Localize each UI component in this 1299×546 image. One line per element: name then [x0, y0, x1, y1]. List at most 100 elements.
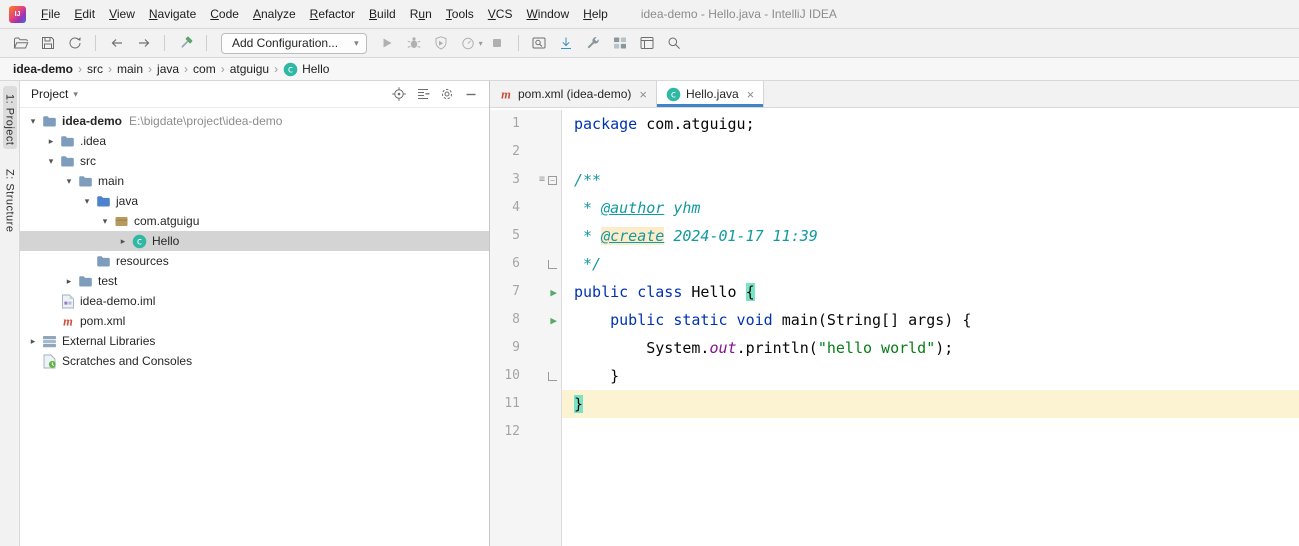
code-text: System.out.println("hello world"); [562, 334, 1299, 362]
run-configuration-combo[interactable]: Add Configuration... ▾ [221, 33, 367, 54]
line-number[interactable]: 12 [490, 418, 530, 446]
back-button[interactable] [104, 32, 129, 54]
update-button[interactable] [554, 32, 579, 54]
search-button[interactable] [662, 32, 687, 54]
restore-layout-button[interactable] [635, 32, 660, 54]
menu-item-refactor[interactable]: Refactor [303, 4, 362, 24]
run-button[interactable] [375, 32, 400, 54]
gutter-marks [530, 362, 562, 390]
breadcrumb-item-atguigu[interactable]: atguigu [227, 62, 272, 76]
tree-item-idea-demo-iml[interactable]: idea-demo.iml [20, 291, 489, 311]
fold-marker-icon[interactable] [548, 372, 557, 381]
menu-item-edit[interactable]: Edit [67, 4, 102, 24]
fold-marker-icon[interactable] [548, 260, 557, 269]
tree-expand-arrow-icon[interactable]: ▸ [44, 136, 58, 147]
stripe-tab-project[interactable]: 1: Project [3, 86, 17, 149]
stop-button[interactable] [485, 32, 510, 54]
breadcrumb-item-hello[interactable]: cHello [280, 62, 332, 77]
coverage-button[interactable] [429, 32, 454, 54]
menu-item-vcs[interactable]: VCS [481, 4, 520, 24]
tree-item-java[interactable]: ▾java [20, 191, 489, 211]
tree-expand-arrow-icon[interactable]: ▸ [62, 276, 76, 287]
close-icon[interactable]: × [639, 87, 647, 102]
tree-expand-arrow-icon[interactable]: ▾ [26, 116, 40, 127]
build-hammer-button[interactable] [173, 32, 198, 54]
tree-item-com-atguigu[interactable]: ▾com.atguigu [20, 211, 489, 231]
line-number[interactable]: 2 [490, 138, 530, 166]
line-number[interactable]: 11 [490, 390, 530, 418]
line-number[interactable]: 10 [490, 362, 530, 390]
tree-item-src[interactable]: ▾src [20, 151, 489, 171]
debug-button[interactable] [402, 32, 427, 54]
editor-tab-pom-xml-idea-demo[interactable]: mpom.xml (idea-demo)× [490, 81, 657, 107]
tree-item-resources[interactable]: resources [20, 251, 489, 271]
breadcrumb-item-idea-demo[interactable]: idea-demo [10, 62, 76, 76]
menu-item-analyze[interactable]: Analyze [246, 4, 303, 24]
menu-item-view[interactable]: View [102, 4, 142, 24]
line-number[interactable]: 7 [490, 278, 530, 306]
line-number[interactable]: 9 [490, 334, 530, 362]
breadcrumb-separator: › [78, 62, 82, 76]
breadcrumb-item-main[interactable]: main [114, 62, 146, 76]
menu-item-tools[interactable]: Tools [439, 4, 481, 24]
forward-button[interactable] [131, 32, 156, 54]
tree-item-idea[interactable]: ▸.idea [20, 131, 489, 151]
breadcrumb-item-src[interactable]: src [84, 62, 106, 76]
menu-item-build[interactable]: Build [362, 4, 403, 24]
project-structure-button[interactable] [608, 32, 633, 54]
collapse-all-button[interactable] [411, 83, 435, 105]
close-icon[interactable]: × [747, 87, 755, 102]
tree-item-pom-xml[interactable]: mpom.xml [20, 311, 489, 331]
tree-expand-arrow-icon[interactable]: ▾ [80, 196, 94, 207]
tree-item-scratches-and-consoles[interactable]: Scratches and Consoles [20, 351, 489, 371]
tree-expand-arrow-icon[interactable]: ▾ [62, 176, 76, 187]
editor-tab-hello-java[interactable]: cHello.java× [657, 81, 764, 107]
open-button[interactable] [8, 32, 33, 54]
toolbar-right-group [527, 32, 687, 54]
tree-expand-arrow-icon[interactable]: ▾ [98, 216, 112, 227]
tree-item-main[interactable]: ▾main [20, 171, 489, 191]
locate-button[interactable] [387, 83, 411, 105]
class-icon: c [666, 87, 681, 102]
tree-expand-arrow-icon[interactable]: ▸ [116, 236, 130, 247]
run-line-button[interactable]: ▶ [550, 287, 557, 298]
menu-item-run[interactable]: Run [403, 4, 439, 24]
code-area[interactable]: 1package com.atguigu;23≡−/**4 * @author … [490, 108, 1299, 546]
doc-render-toggle-icon[interactable]: ≡ [539, 175, 545, 185]
sync-button[interactable] [62, 32, 87, 54]
settings-button[interactable] [581, 32, 606, 54]
tree-item-external-libraries[interactable]: ▸External Libraries [20, 331, 489, 351]
line-number[interactable]: 4 [490, 194, 530, 222]
folder-icon [96, 254, 111, 269]
breadcrumb-item-label: idea-demo [13, 62, 73, 76]
save-button[interactable] [35, 32, 60, 54]
open-icon [13, 35, 29, 51]
line-number[interactable]: 6 [490, 250, 530, 278]
hide-panel-button[interactable] [459, 83, 483, 105]
profiler-button[interactable] [456, 32, 481, 54]
tree-item-hello[interactable]: ▸cHello [20, 231, 489, 251]
menu-item-help[interactable]: Help [576, 4, 615, 24]
run-line-button[interactable]: ▶ [550, 315, 557, 326]
menu-item-navigate[interactable]: Navigate [142, 4, 203, 24]
breadcrumb-item-java[interactable]: java [154, 62, 182, 76]
line-number[interactable]: 1 [490, 110, 530, 138]
line-number[interactable]: 5 [490, 222, 530, 250]
find-button[interactable] [527, 32, 552, 54]
tree-item-idea-demo[interactable]: ▾idea-demoE:\bigdate\project\idea-demo [20, 111, 489, 131]
tree-item-test[interactable]: ▸test [20, 271, 489, 291]
menu-item-code[interactable]: Code [203, 4, 246, 24]
code-text: } [562, 390, 1299, 418]
settings-gear-button[interactable] [435, 83, 459, 105]
tree-expand-arrow-icon[interactable]: ▸ [26, 336, 40, 347]
line-number[interactable]: 8 [490, 306, 530, 334]
menu-item-window[interactable]: Window [519, 4, 576, 24]
project-view-selector[interactable]: Project ▾ [31, 87, 78, 101]
line-number[interactable]: 3 [490, 166, 530, 194]
menu-item-file[interactable]: File [34, 4, 67, 24]
stripe-tab-structure[interactable]: Z: Structure [3, 161, 17, 236]
fold-marker-icon[interactable]: − [548, 176, 557, 185]
tree-expand-arrow-icon[interactable]: ▾ [44, 156, 58, 167]
breadcrumb-item-com[interactable]: com [190, 62, 219, 76]
gutter-marks: ≡− [530, 166, 562, 194]
